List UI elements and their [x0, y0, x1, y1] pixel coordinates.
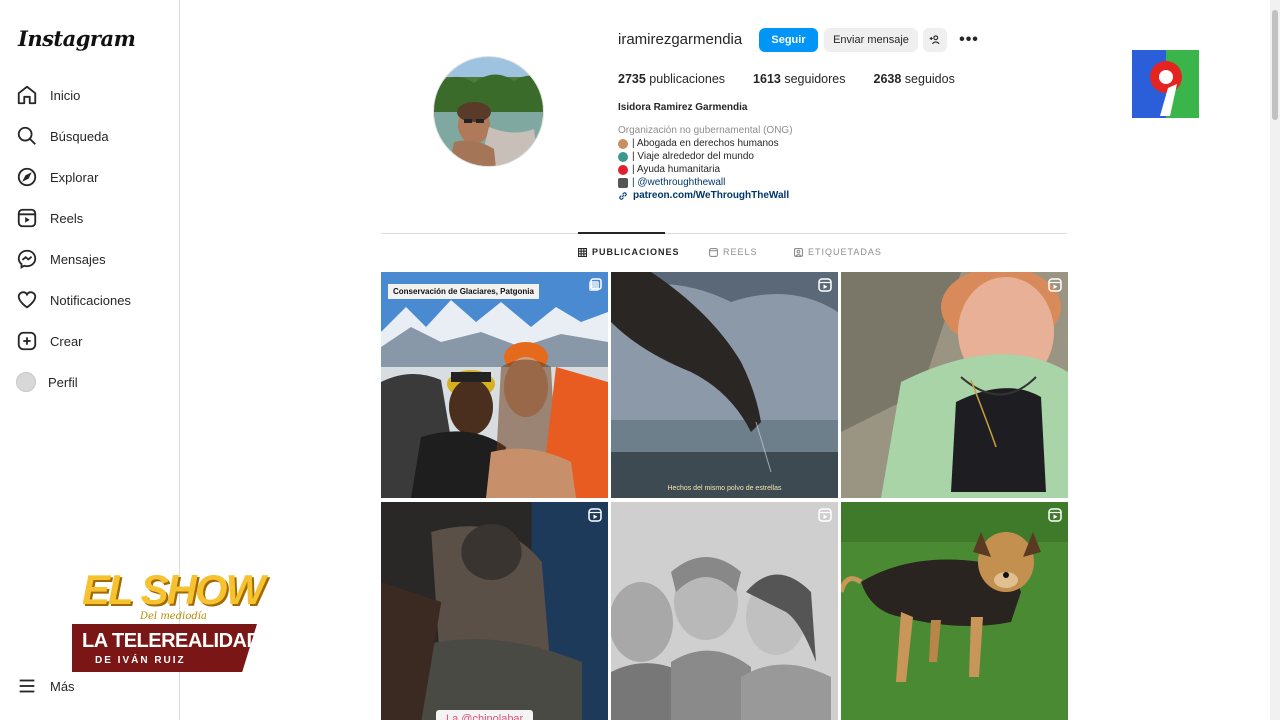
- bio-mention-link[interactable]: | @wethroughthewall: [632, 176, 725, 189]
- bio-link-row: patreon.com/WeThroughTheWall: [618, 189, 793, 202]
- suggest-users-button[interactable]: [923, 28, 947, 52]
- followers-stat[interactable]: 1613 seguidores: [753, 72, 845, 86]
- reels-icon: [709, 247, 718, 257]
- reels-icon: [1048, 508, 1062, 522]
- bio-line: | Viaje alrededor del mundo: [618, 150, 793, 163]
- profile-username: iramirezgarmendia: [618, 31, 743, 48]
- sidebar-item-label: Notificaciones: [50, 292, 131, 308]
- post-thumbnail[interactable]: Conservación de Glaciares, Patgonia: [381, 272, 608, 498]
- compass-icon: [17, 167, 37, 187]
- globe-emoji-icon: [618, 151, 628, 162]
- sidebar-item-mensajes[interactable]: Mensajes: [16, 244, 106, 274]
- avatar: [16, 372, 36, 392]
- lawyer-emoji-icon: [618, 138, 628, 149]
- following-stat[interactable]: 2638 seguidos: [874, 72, 955, 86]
- plus-square-icon: [17, 331, 37, 351]
- sidebar-item-label: Crear: [50, 333, 83, 349]
- instagram-logo[interactable]: Instagram: [18, 26, 136, 51]
- sidebar-item-explorar[interactable]: Explorar: [16, 162, 98, 192]
- tab-etiquetadas[interactable]: ETIQUETADAS: [794, 247, 882, 257]
- bio-line: | Ayuda humanitaria: [618, 163, 793, 176]
- post-thumbnail[interactable]: [841, 502, 1068, 720]
- tagged-icon: [794, 247, 803, 257]
- sidebar-item-label: Mensajes: [50, 251, 106, 267]
- profile-avatar[interactable]: [433, 56, 544, 167]
- show-banner-title: LA TELEREALIDAD: [82, 630, 261, 652]
- reels-icon: [588, 508, 602, 522]
- external-link[interactable]: patreon.com/WeThroughTheWall: [633, 189, 789, 202]
- sidebar-item-label: Perfil: [48, 374, 78, 390]
- red-heart-emoji-icon: [618, 164, 628, 175]
- sidebar-item-label: Inicio: [50, 87, 81, 103]
- scrollbar-thumb[interactable]: [1272, 10, 1278, 120]
- reels-icon: [818, 278, 832, 292]
- follow-button[interactable]: Seguir: [759, 28, 818, 52]
- active-tab-indicator: [578, 232, 665, 234]
- sidebar-item-reels[interactable]: Reels: [16, 203, 83, 233]
- home-icon: [17, 85, 37, 105]
- sidebar-item-notificaciones[interactable]: Notificaciones: [16, 285, 131, 315]
- sidebar-item-perfil[interactable]: Perfil: [16, 367, 78, 397]
- sidebar-item-inicio[interactable]: Inicio: [16, 80, 80, 110]
- profile-full-name: Isidora Ramirez Garmendia: [618, 102, 748, 113]
- post-thumbnail[interactable]: La @chinolabar: [381, 502, 608, 720]
- reels-icon: [1048, 278, 1062, 292]
- link-icon: [619, 191, 627, 200]
- profile-stats: 2735 publicaciones 1613 seguidores 2638 …: [618, 72, 955, 86]
- post-thumbnail[interactable]: [841, 272, 1068, 498]
- van-emoji-icon: [618, 177, 628, 188]
- post-thumbnail[interactable]: [611, 502, 838, 720]
- posts-stat[interactable]: 2735 publicaciones: [618, 72, 725, 86]
- carousel-icon: [589, 278, 602, 291]
- sidebar-item-crear[interactable]: Crear: [16, 326, 83, 356]
- add-user-icon: [929, 35, 940, 45]
- sidebar-item-mas[interactable]: Más: [16, 671, 75, 701]
- messenger-icon: [17, 249, 37, 269]
- show-logo-title: EL SHOW: [82, 566, 265, 613]
- sidebar-item-label: Más: [50, 678, 75, 694]
- post-caption: Conservación de Glaciares, Patgonia: [388, 284, 539, 299]
- profile-bio: Organización no gubernamental (ONG) | Ab…: [618, 124, 793, 202]
- sidebar-item-label: Explorar: [50, 169, 99, 185]
- show-logo-subtitle: Del mediodía: [140, 611, 207, 622]
- channel-9-logo: [1132, 50, 1199, 118]
- reels-icon: [818, 508, 832, 522]
- send-message-button[interactable]: Enviar mensaje: [824, 28, 918, 52]
- page-scrollbar[interactable]: [1270, 0, 1280, 720]
- profile-category: Organización no gubernamental (ONG): [618, 125, 793, 136]
- more-options-icon[interactable]: •••: [958, 30, 980, 50]
- video-subtitle: Hechos del mismo polvo de estrellas: [667, 485, 782, 492]
- sidebar-item-label: Búsqueda: [50, 128, 109, 144]
- bio-line: | @wethroughthewall: [618, 176, 793, 189]
- search-icon: [17, 126, 36, 145]
- tab-reels[interactable]: REELS: [709, 247, 758, 257]
- grid-icon: [578, 247, 587, 257]
- tab-publicaciones[interactable]: PUBLICACIONES: [578, 247, 680, 257]
- reels-icon: [17, 208, 37, 228]
- show-banner-subtitle: DE IVÁN RUIZ: [95, 655, 186, 666]
- heart-icon: [17, 291, 37, 309]
- story-tag-text: La @chinolabar: [436, 710, 534, 720]
- menu-icon: [19, 679, 35, 693]
- post-thumbnail[interactable]: Hechos del mismo polvo de estrellas: [611, 272, 838, 498]
- sidebar-item-busqueda[interactable]: Búsqueda: [16, 121, 109, 151]
- bio-line: | Abogada en derechos humanos: [618, 137, 793, 150]
- tabs-divider: [381, 233, 1067, 234]
- sidebar-item-label: Reels: [50, 210, 84, 226]
